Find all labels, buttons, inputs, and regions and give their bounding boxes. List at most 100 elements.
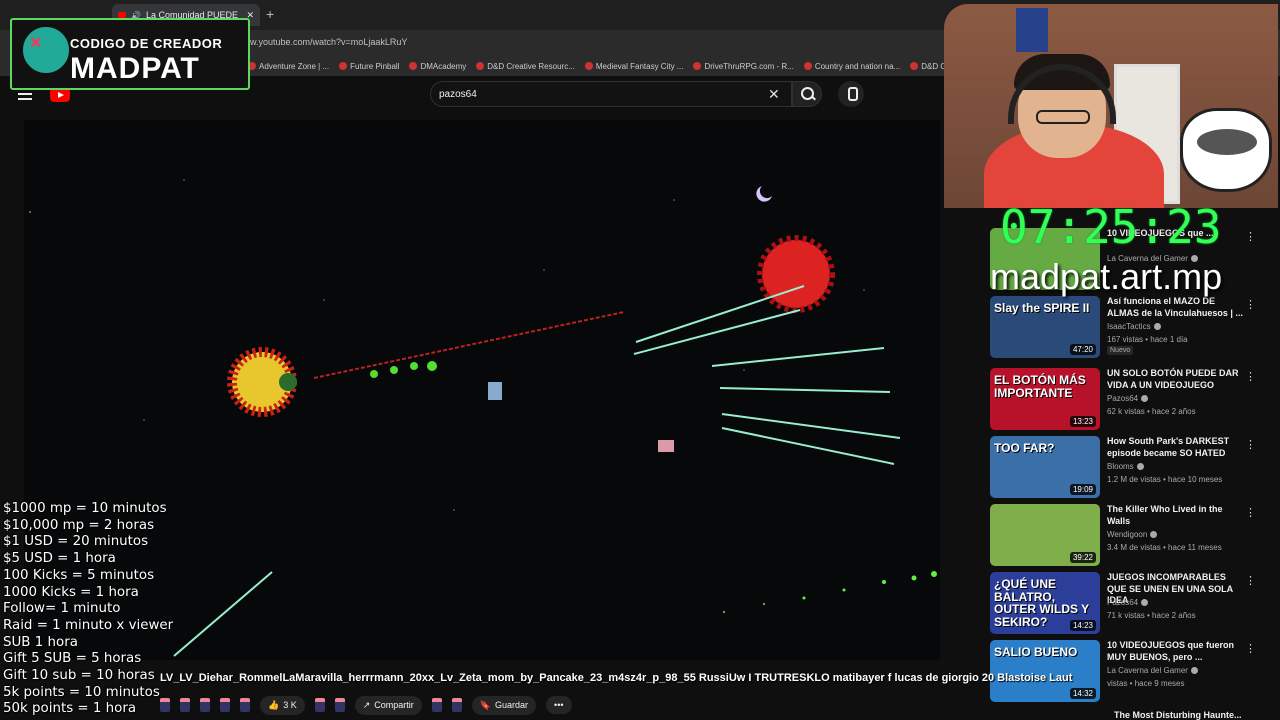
video-meta: 62 k vistas • hace 2 años bbox=[1107, 407, 1196, 416]
video-title[interactable]: Así funciona el MAZO DE ALMAS de la Vinc… bbox=[1107, 296, 1247, 319]
video-title[interactable]: UN SOLO BOTÓN PUEDE DAR VIDA A UN VIDEOJ… bbox=[1107, 368, 1247, 391]
url-text[interactable]: w.youtube.com/watch?v=moLjaakLRuY bbox=[250, 37, 407, 47]
channel-name-text: Pazos64 bbox=[1107, 394, 1139, 403]
video-duration: 47:20 bbox=[1069, 344, 1096, 355]
more-options-icon[interactable]: ⋮ bbox=[1245, 574, 1256, 587]
channel-name[interactable]: IsaacTactics bbox=[1107, 322, 1161, 331]
video-title[interactable]: 10 VIDEOJUEGOS que fueron MUY BUENOS, pe… bbox=[1107, 640, 1247, 663]
search-input[interactable]: pazos64 bbox=[430, 81, 792, 107]
chat-avatar-sprite bbox=[220, 698, 230, 712]
search-icon[interactable] bbox=[792, 81, 822, 107]
recommendation-item[interactable]: SALIO BUENO 14:32 10 VIDEOJUEGOS que fuero… bbox=[990, 640, 1280, 702]
clear-search-icon[interactable]: ✕ bbox=[768, 86, 780, 103]
bookmark-favicon-icon bbox=[584, 62, 593, 70]
projectile-streaks bbox=[173, 285, 901, 657]
bookmark-label: Future Pinball bbox=[350, 61, 400, 71]
recommendation-item[interactable]: ¿QUÉ UNE BALATRO, OUTER WILDS Y SEKIRO? 1… bbox=[990, 572, 1280, 634]
more-options-icon[interactable]: ⋮ bbox=[1245, 230, 1256, 243]
bookmark-item[interactable]: Adventure Zone | ... bbox=[248, 62, 329, 71]
bookmark-favicon-icon bbox=[409, 62, 418, 70]
video-thumbnail[interactable]: Slay the SPIRE II 47:20 bbox=[990, 296, 1100, 358]
thumbnail-text: EL BOTÓN MÁS IMPORTANTE bbox=[994, 373, 1086, 400]
channel-name[interactable]: Wendigoon bbox=[1107, 530, 1158, 539]
bookmark-favicon-icon bbox=[693, 62, 702, 70]
channel-name-text: IsaacTactics bbox=[1107, 322, 1151, 331]
channel-name[interactable]: Pazos64 bbox=[1107, 598, 1149, 607]
bookmark-favicon-icon bbox=[910, 62, 919, 70]
creator-code-value: MADPAT bbox=[70, 52, 200, 85]
moon-icon bbox=[756, 186, 772, 202]
video-thumbnail[interactable]: TOO FAR? 19:09 bbox=[990, 436, 1100, 498]
recommendation-title-partial[interactable]: The Most Disturbing Haunte... bbox=[1114, 710, 1242, 720]
more-options-icon[interactable]: ⋮ bbox=[1245, 506, 1256, 519]
video-meta: 167 vistas • hace 1 día bbox=[1107, 335, 1188, 344]
new-badge: Nuevo bbox=[1107, 346, 1134, 355]
channel-name-text: Pazos64 bbox=[1107, 598, 1139, 607]
bookmark-label: DriveThruRPG.com - R... bbox=[704, 61, 794, 71]
bookmark-item[interactable]: D&D Creative Resourc... bbox=[476, 62, 575, 71]
like-button[interactable]: 👍 3 K bbox=[260, 695, 305, 715]
video-duration: 19:09 bbox=[1069, 484, 1096, 495]
brand-text: madpat.art.mp bbox=[990, 256, 1223, 297]
chat-avatar-sprite bbox=[240, 698, 250, 712]
like-count: 3 K bbox=[283, 700, 297, 710]
chat-avatar-sprite bbox=[180, 698, 190, 712]
video-thumbnail[interactable]: 39:22 bbox=[990, 504, 1100, 566]
thumbnail-text: TOO FAR? bbox=[994, 441, 1055, 455]
price-line: 5k points = 10 minutos bbox=[3, 684, 160, 700]
verified-icon bbox=[1141, 395, 1149, 403]
player-character bbox=[488, 382, 502, 400]
video-duration: 14:23 bbox=[1069, 620, 1096, 631]
recommendation-item[interactable]: Slay the SPIRE II 47:20 Así funciona el MA… bbox=[990, 296, 1280, 358]
recommendation-item[interactable]: TOO FAR? 19:09 How South Park's DARKEST ep… bbox=[990, 436, 1280, 498]
bookmark-favicon-icon bbox=[476, 62, 485, 70]
video-title[interactable]: The Killer Who Lived in the Walls bbox=[1107, 504, 1247, 527]
bookmark-item[interactable]: DriveThruRPG.com - R... bbox=[693, 61, 794, 71]
bookmark-label: Country and nation na... bbox=[814, 61, 901, 71]
bookmark-icon: 🔖 bbox=[479, 699, 492, 710]
video-title[interactable]: How South Park's DARKEST episode became … bbox=[1107, 436, 1247, 459]
webcam-overlay bbox=[944, 4, 1278, 208]
pet-minion bbox=[658, 440, 674, 452]
more-options-icon[interactable]: ⋮ bbox=[1245, 370, 1256, 383]
bookmark-label: DMAcademy bbox=[420, 61, 467, 71]
price-line: 50k points = 1 hora bbox=[3, 701, 137, 717]
bookmark-item[interactable]: Country and nation na... bbox=[803, 61, 901, 71]
save-button[interactable]: 🔖 Guardar bbox=[471, 695, 537, 715]
recommendation-item[interactable]: 39:22 The Killer Who Lived in the Walls We… bbox=[990, 504, 1280, 566]
thumbs-up-icon: 👍 bbox=[268, 699, 280, 710]
verified-icon bbox=[1136, 463, 1144, 471]
share-button[interactable]: ↗ Compartir bbox=[354, 695, 422, 715]
cat-mascot-icon bbox=[1180, 108, 1272, 192]
price-line: $10,000 mp = 2 horas bbox=[3, 517, 155, 533]
channel-name[interactable]: Pazos64 bbox=[1107, 394, 1149, 403]
new-tab-button[interactable]: + bbox=[266, 6, 274, 22]
channel-name[interactable]: Blooms bbox=[1107, 462, 1144, 471]
price-line: Gift 5 SUB = 5 horas bbox=[3, 651, 142, 667]
price-line: Raid = 1 minuto x viewer bbox=[3, 617, 174, 633]
more-options-icon[interactable]: ⋮ bbox=[1245, 298, 1256, 311]
creator-code-badge: CODIGO DE CREADOR MADPAT bbox=[10, 18, 250, 90]
recommendation-item[interactable]: EL BOTÓN MÁS IMPORTANTE 13:23 UN SOLO BOTÓ… bbox=[990, 368, 1280, 430]
video-thumbnail[interactable]: SALIO BUENO 14:32 bbox=[990, 640, 1100, 702]
more-options-icon[interactable]: ⋮ bbox=[1245, 642, 1256, 655]
bookmark-item[interactable]: Medieval Fantasy City ... bbox=[584, 62, 683, 71]
thumbnail-text: SALIO BUENO bbox=[994, 645, 1078, 659]
video-duration: 39:22 bbox=[1069, 552, 1096, 563]
chat-avatar-sprite bbox=[431, 698, 442, 712]
video-thumbnail[interactable]: ¿QUÉ UNE BALATRO, OUTER WILDS Y SEKIRO? 1… bbox=[990, 572, 1100, 634]
verified-icon bbox=[1153, 323, 1161, 331]
bookmark-favicon-icon bbox=[803, 62, 812, 70]
microphone-icon[interactable] bbox=[838, 81, 864, 107]
stream-timer: 07:25:23 bbox=[1000, 200, 1222, 254]
bookmark-item[interactable]: Future Pinball bbox=[339, 62, 399, 71]
youtube-logo-icon[interactable] bbox=[50, 88, 70, 102]
price-line: 1000 Kicks = 1 hora bbox=[3, 584, 139, 600]
chat-ticker: LV_LV_Diehar_RommelLaMaravilla_herrrmann… bbox=[160, 672, 1073, 684]
bookmark-item[interactable]: DMAcademy bbox=[409, 62, 466, 71]
video-meta: 3.4 M de vistas • hace 11 meses bbox=[1107, 543, 1222, 552]
more-options-icon[interactable]: ⋮ bbox=[1245, 438, 1256, 451]
video-thumbnail[interactable]: EL BOTÓN MÁS IMPORTANTE 13:23 bbox=[990, 368, 1100, 430]
share-icon: ↗ bbox=[362, 699, 371, 710]
more-actions-button[interactable]: ••• bbox=[546, 696, 572, 714]
